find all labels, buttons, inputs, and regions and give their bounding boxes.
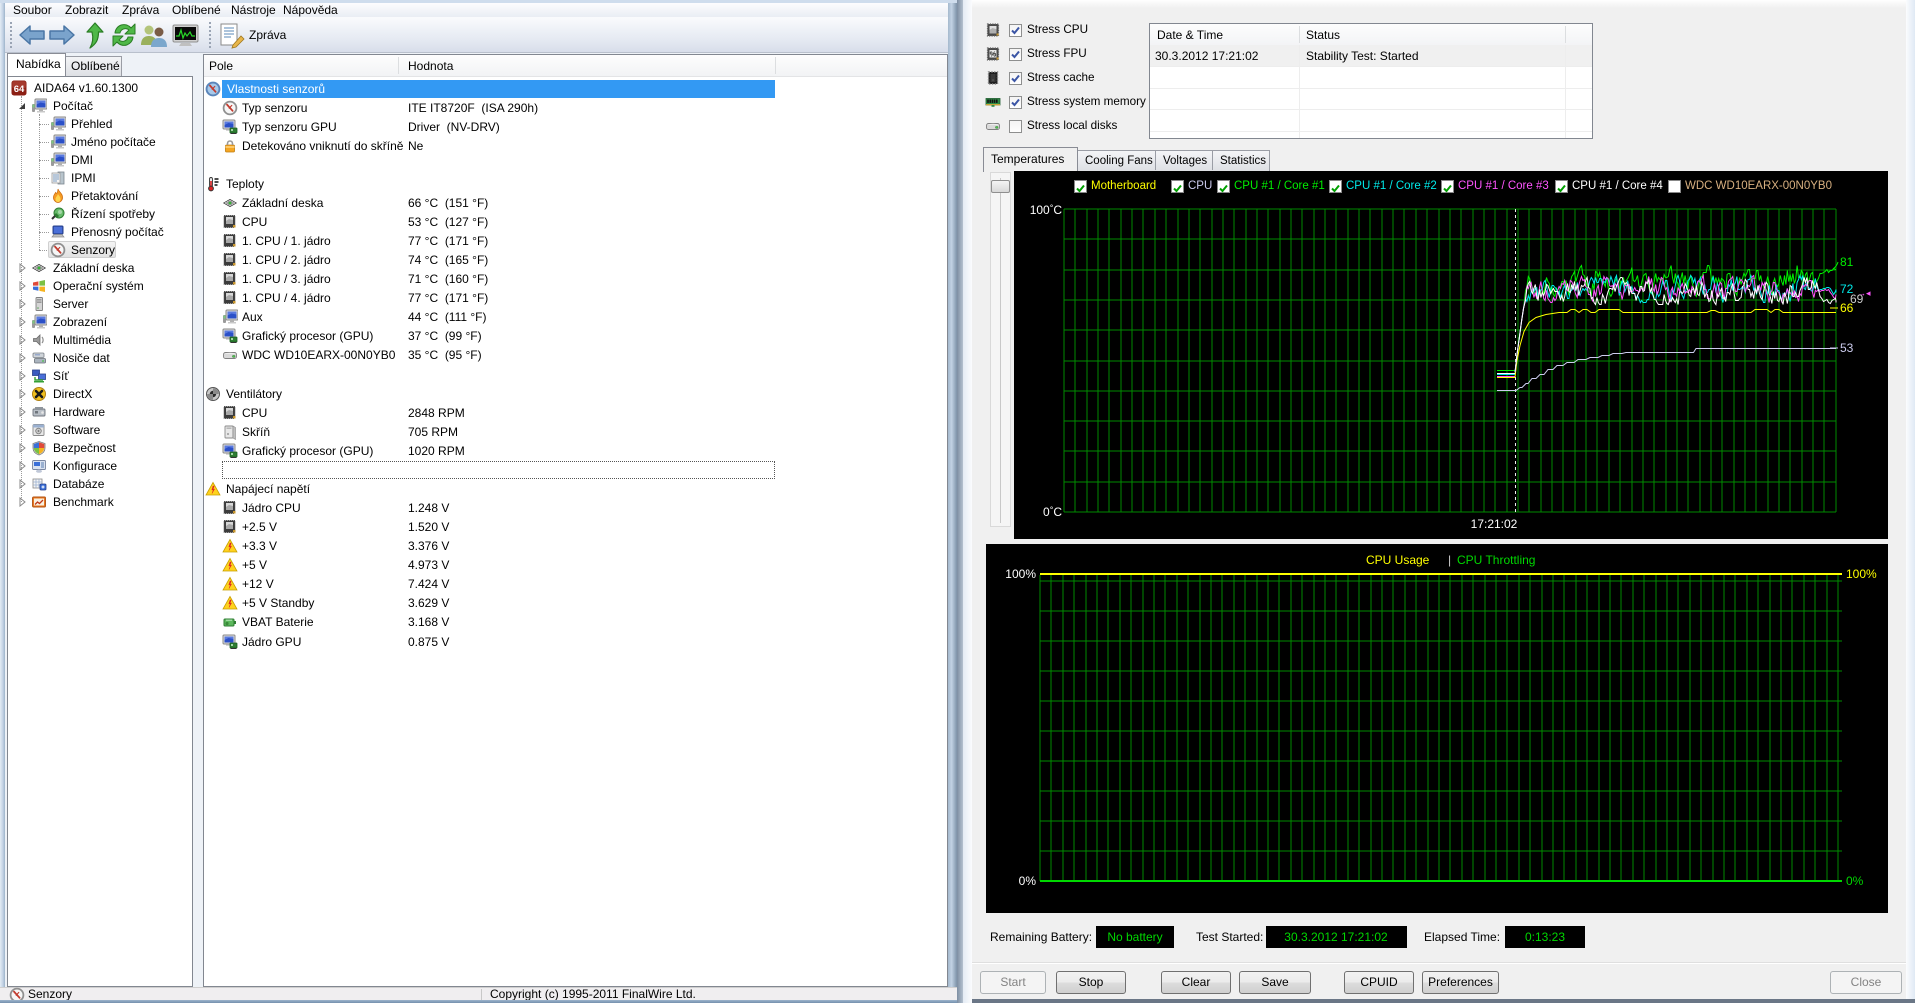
svg-text:|: |	[1448, 553, 1451, 567]
svg-text:17:21:02: 17:21:02	[1471, 517, 1518, 531]
svg-text:CPU Usage: CPU Usage	[1366, 553, 1430, 567]
svg-text:64: 64	[14, 84, 25, 95]
svg-text:0%: 0%	[1846, 874, 1864, 888]
svg-text:0%: 0%	[1019, 874, 1037, 888]
svg-text:66: 66	[1840, 301, 1854, 315]
svg-text:81: 81	[1840, 255, 1854, 269]
svg-text:53: 53	[1840, 341, 1854, 355]
svg-text:100%: 100%	[1005, 567, 1036, 581]
svg-text:0°C: 0°C	[1043, 505, 1062, 519]
svg-text:100°C: 100°C	[1030, 203, 1063, 217]
svg-text:100%: 100%	[1846, 567, 1877, 581]
svg-text:CPU Throttling: CPU Throttling	[1457, 553, 1535, 567]
svg-text:%: %	[990, 50, 997, 59]
